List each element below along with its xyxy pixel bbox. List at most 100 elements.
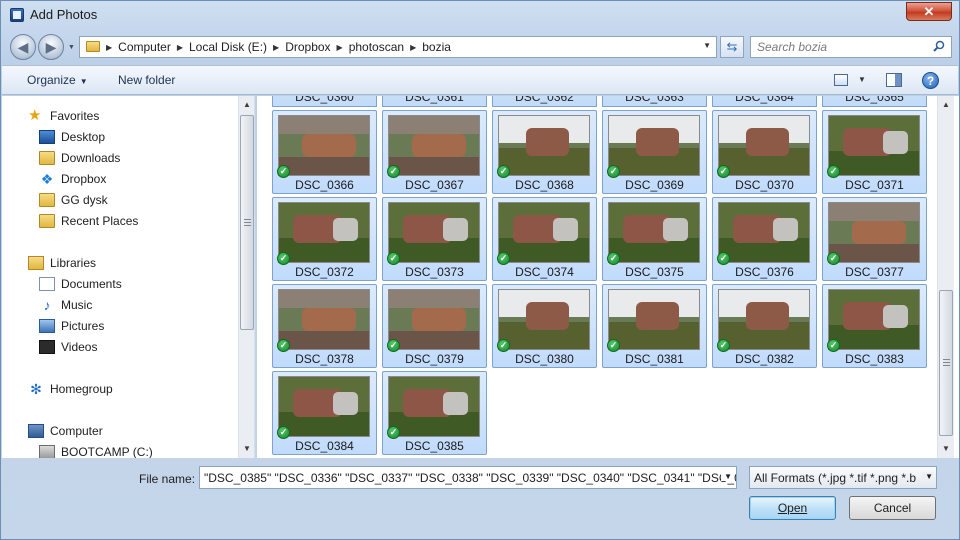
scroll-down-icon[interactable]: ▼ bbox=[239, 440, 254, 457]
nav-gg-dysk[interactable]: GG dysk bbox=[39, 190, 108, 210]
chevron-down-icon[interactable]: ▼ bbox=[858, 75, 866, 84]
chevron-down-icon[interactable]: ▼ bbox=[721, 472, 732, 481]
chevron-right-icon[interactable]: ▶ bbox=[408, 43, 418, 52]
breadcrumb-dropbox[interactable]: Dropbox bbox=[281, 40, 334, 54]
nav-videos[interactable]: Videos bbox=[39, 337, 97, 357]
videos-icon bbox=[39, 340, 55, 354]
chevron-down-icon[interactable]: ▼ bbox=[922, 472, 933, 481]
file-name: DSC_0383 bbox=[845, 352, 904, 366]
file-tile-partial[interactable]: DSC_0363 bbox=[602, 96, 707, 107]
file-tile[interactable]: ✓ DSC_0375 bbox=[602, 197, 707, 281]
chevron-down-icon[interactable]: ▼ bbox=[703, 41, 711, 50]
help-icon[interactable]: ? bbox=[922, 72, 939, 89]
breadcrumb-photoscan[interactable]: photoscan bbox=[345, 40, 408, 54]
nav-bootcamp[interactable]: BOOTCAMP (C:) bbox=[39, 442, 153, 458]
file-tile[interactable]: ✓ DSC_0385 bbox=[382, 371, 487, 455]
nav-computer[interactable]: Computer bbox=[28, 421, 103, 441]
scroll-up-icon[interactable]: ▲ bbox=[239, 96, 254, 113]
file-tile[interactable]: ✓ DSC_0381 bbox=[602, 284, 707, 368]
refresh-button[interactable]: ⇆ bbox=[720, 36, 744, 58]
file-list-scrollbar[interactable]: ▲ ▼ bbox=[937, 96, 954, 458]
file-tile[interactable]: ✓ DSC_0371 bbox=[822, 110, 927, 194]
nav-favorites[interactable]: ★ Favorites bbox=[28, 106, 99, 126]
address-bar[interactable]: ▶ Computer ▶ Local Disk (E:) ▶ Dropbox ▶… bbox=[79, 36, 717, 58]
chevron-right-icon[interactable]: ▶ bbox=[175, 43, 185, 52]
file-tile[interactable]: ✓ DSC_0369 bbox=[602, 110, 707, 194]
file-tile-partial[interactable]: DSC_0364 bbox=[712, 96, 817, 107]
nav-libraries-label: Libraries bbox=[50, 256, 97, 270]
photo-thumbnail bbox=[388, 202, 480, 263]
recent-pages-dropdown-icon[interactable]: ▼ bbox=[68, 44, 75, 51]
file-name-field[interactable]: "DSC_0385" "DSC_0336" "DSC_0337" "DSC_03… bbox=[199, 466, 737, 489]
file-name: DSC_0371 bbox=[845, 178, 904, 192]
file-name: DSC_0360 bbox=[295, 96, 354, 104]
file-tile[interactable]: ✓ DSC_0384 bbox=[272, 371, 377, 455]
file-tile[interactable]: ✓ DSC_0374 bbox=[492, 197, 597, 281]
file-tile[interactable]: ✓ DSC_0383 bbox=[822, 284, 927, 368]
nav-desktop[interactable]: Desktop bbox=[39, 127, 105, 147]
file-name: DSC_0370 bbox=[735, 178, 794, 192]
title-bar[interactable]: Add Photos ✕ bbox=[1, 1, 959, 29]
file-tile[interactable]: ✓ DSC_0380 bbox=[492, 284, 597, 368]
file-name: DSC_0379 bbox=[405, 352, 464, 366]
scroll-thumb[interactable] bbox=[939, 290, 953, 436]
back-button[interactable]: ◀ bbox=[10, 34, 36, 60]
breadcrumb-bozia[interactable]: bozia bbox=[418, 40, 455, 54]
photo-thumbnail bbox=[388, 376, 480, 437]
breadcrumb-local-disk[interactable]: Local Disk (E:) bbox=[185, 40, 271, 54]
nav-homegroup[interactable]: ✻ Homegroup bbox=[28, 379, 113, 399]
file-tile-partial[interactable]: DSC_0362 bbox=[492, 96, 597, 107]
search-icon[interactable] bbox=[933, 40, 945, 52]
change-view-icon[interactable] bbox=[834, 74, 848, 86]
file-tile[interactable]: ✓ DSC_0377 bbox=[822, 197, 927, 281]
forward-button[interactable]: ▶ bbox=[38, 34, 64, 60]
cancel-button[interactable]: Cancel bbox=[849, 496, 936, 520]
scroll-thumb[interactable] bbox=[240, 115, 254, 330]
file-tile[interactable]: ✓ DSC_0366 bbox=[272, 110, 377, 194]
close-button[interactable]: ✕ bbox=[906, 2, 952, 21]
file-tile[interactable]: ✓ DSC_0368 bbox=[492, 110, 597, 194]
search-box[interactable] bbox=[750, 36, 952, 58]
nav-libraries[interactable]: Libraries bbox=[28, 253, 96, 273]
nav-recent-places[interactable]: Recent Places bbox=[39, 211, 138, 231]
file-tile[interactable]: ✓ DSC_0373 bbox=[382, 197, 487, 281]
file-type-select[interactable]: All Formats (*.jpg *.tif *.png *.b ▼ bbox=[749, 466, 937, 489]
file-tile[interactable]: ✓ DSC_0379 bbox=[382, 284, 487, 368]
organize-label: Organize bbox=[27, 73, 76, 87]
scroll-down-icon[interactable]: ▼ bbox=[938, 440, 954, 457]
file-tile-partial[interactable]: DSC_0360 bbox=[272, 96, 377, 107]
nav-scrollbar[interactable]: ▲ ▼ bbox=[238, 96, 254, 458]
file-tile[interactable]: ✓ DSC_0367 bbox=[382, 110, 487, 194]
organize-button[interactable]: Organize ▼ bbox=[27, 73, 88, 87]
new-folder-button[interactable]: New folder bbox=[118, 73, 175, 87]
preview-pane-icon[interactable] bbox=[886, 73, 902, 87]
file-name: DSC_0372 bbox=[295, 265, 354, 279]
nav-music[interactable]: ♪ Music bbox=[39, 295, 93, 315]
nav-downloads[interactable]: Downloads bbox=[39, 148, 120, 168]
file-tile[interactable]: ✓ DSC_0370 bbox=[712, 110, 817, 194]
file-tile-partial[interactable]: DSC_0365 bbox=[822, 96, 927, 107]
nav-pictures[interactable]: Pictures bbox=[39, 316, 104, 336]
drive-icon bbox=[39, 445, 55, 458]
chevron-right-icon[interactable]: ▶ bbox=[335, 43, 345, 52]
scroll-up-icon[interactable]: ▲ bbox=[938, 96, 954, 113]
file-type-value: All Formats (*.jpg *.tif *.png *.b bbox=[754, 471, 917, 485]
nav-dropbox[interactable]: ❖ Dropbox bbox=[39, 169, 107, 189]
file-tile[interactable]: ✓ DSC_0376 bbox=[712, 197, 817, 281]
checkmark-icon: ✓ bbox=[277, 252, 290, 265]
file-name: DSC_0365 bbox=[845, 96, 904, 104]
file-tile[interactable]: ✓ DSC_0378 bbox=[272, 284, 377, 368]
file-name: DSC_0376 bbox=[735, 265, 794, 279]
file-tile[interactable]: ✓ DSC_0382 bbox=[712, 284, 817, 368]
open-button[interactable]: Open bbox=[749, 496, 836, 520]
photos-app-icon bbox=[10, 8, 24, 22]
file-tile-partial[interactable]: DSC_0361 bbox=[382, 96, 487, 107]
chevron-right-icon[interactable]: ▶ bbox=[271, 43, 281, 52]
search-input[interactable] bbox=[757, 40, 927, 54]
file-tile[interactable]: ✓ DSC_0372 bbox=[272, 197, 377, 281]
nav-documents[interactable]: Documents bbox=[39, 274, 122, 294]
checkmark-icon: ✓ bbox=[497, 252, 510, 265]
chevron-right-icon[interactable]: ▶ bbox=[104, 43, 114, 52]
breadcrumb-computer[interactable]: Computer bbox=[114, 40, 175, 54]
checkmark-icon: ✓ bbox=[607, 252, 620, 265]
